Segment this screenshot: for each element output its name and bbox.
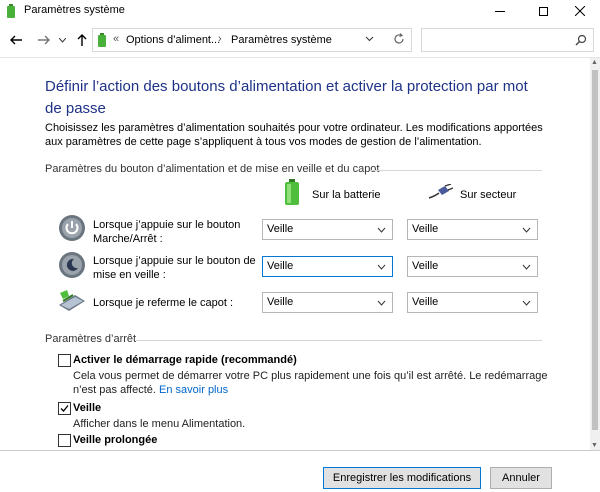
chevron-down-icon [377,227,386,233]
maximize-button[interactable] [523,0,563,22]
select-value: Veille [412,260,439,272]
up-button[interactable] [72,30,92,50]
title-bar: Paramètres système [0,0,600,22]
dialog-footer: Enregistrer les modifications Annuler [0,450,600,492]
search-icon [575,34,587,46]
minimize-icon [495,10,505,12]
close-icon [575,6,585,16]
battery-app-icon [7,4,15,18]
power-button-ac-select[interactable]: Veille [407,219,538,240]
battery-icon [98,33,106,47]
learn-more-link[interactable]: En savoir plus [159,384,228,396]
checkmark-icon [60,405,69,412]
chevron-down-icon [377,264,386,270]
breadcrumb-separator: › [218,33,222,45]
main-content: Définir l’action des boutons d’alimentat… [0,58,600,450]
maximize-icon [538,6,548,16]
lid-close-ac-select[interactable]: Veille [407,292,538,313]
sleep-label: Veille [73,402,102,414]
refresh-icon[interactable] [393,33,405,45]
chevron-down-icon [58,37,66,43]
power-button-battery-select[interactable]: Veille [262,219,393,240]
close-button[interactable] [560,0,600,22]
battery-icon [285,179,299,205]
cancel-button[interactable]: Annuler [490,467,552,489]
select-value: Veille [412,296,439,308]
section-divider [136,340,542,341]
scroll-up-icon[interactable]: ▲ [591,59,598,66]
breadcrumb-item[interactable]: Paramètres système [231,34,332,46]
select-value: Veille [267,296,294,308]
power-section-label: Paramètres du bouton d’alimentation et d… [45,163,380,175]
page-title: Définir l’action des boutons d’alimentat… [45,78,528,117]
arrow-right-icon [38,35,50,45]
select-value: Veille [412,223,439,235]
scroll-down-icon[interactable]: ▼ [591,442,598,449]
shutdown-section-label: Paramètres d’arrêt [45,333,137,345]
power-button-icon [59,215,85,241]
arrow-up-icon [77,34,87,46]
power-button-label: Lorsque j’appuie sur le bouton Marche/Ar… [93,219,241,245]
fast-startup-checkbox[interactable] [58,354,71,367]
select-value: Veille [267,223,294,235]
chevron-down-icon [522,264,531,270]
sleep-button-label: Lorsque j’appuie sur le bouton de mise e… [93,255,256,281]
laptop-lid-icon [59,290,85,311]
recent-locations-button[interactable] [57,30,67,50]
scrollbar-thumb[interactable] [592,70,598,430]
hibernate-checkbox[interactable] [58,434,71,447]
page-description: Choisissez les paramètres d’alimentation… [45,122,543,148]
lid-close-battery-select[interactable]: Veille [262,292,393,313]
save-changes-button[interactable]: Enregistrer les modifications [323,467,481,489]
fast-startup-label: Activer le démarrage rapide (recommandé) [73,354,297,366]
chevron-down-icon[interactable] [365,34,374,43]
address-bar[interactable]: « Options d’aliment... › Paramètres syst… [92,28,412,52]
forward-button[interactable] [34,30,54,50]
back-button[interactable] [6,30,26,50]
select-value: Veille [267,260,294,272]
breadcrumb-item[interactable]: Options d’aliment... [126,34,220,46]
sleep-checkbox[interactable] [58,402,71,415]
arrow-left-icon [10,35,22,45]
lid-close-label: Lorsque je referme le capot : [93,297,234,309]
minimize-button[interactable] [480,0,520,22]
power-plug-icon [428,184,453,199]
sleep-button-ac-select[interactable]: Veille [407,256,538,277]
breadcrumb-separator: « [113,33,120,45]
search-input[interactable] [421,28,594,52]
hibernate-label: Veille prolongée [73,434,158,446]
sleep-button-icon [59,252,85,278]
sleep-button-battery-select[interactable]: Veille [262,256,393,277]
navigation-bar: « Options d’aliment... › Paramètres syst… [0,22,600,58]
vertical-scrollbar[interactable]: ▲ ▼ [590,58,600,450]
fast-startup-description: Cela vous permet de démarrer votre PC pl… [73,369,553,397]
window-title: Paramètres système [24,4,125,16]
section-divider [370,170,542,171]
ac-column-header: Sur secteur [460,189,517,201]
battery-column-header: Sur la batterie [312,189,381,201]
chevron-down-icon [377,300,386,306]
sleep-description: Afficher dans le menu Alimentation. [73,418,246,430]
chevron-down-icon [522,300,531,306]
fast-startup-text: Cela vous permet de démarrer votre PC pl… [73,370,548,396]
chevron-down-icon [522,227,531,233]
